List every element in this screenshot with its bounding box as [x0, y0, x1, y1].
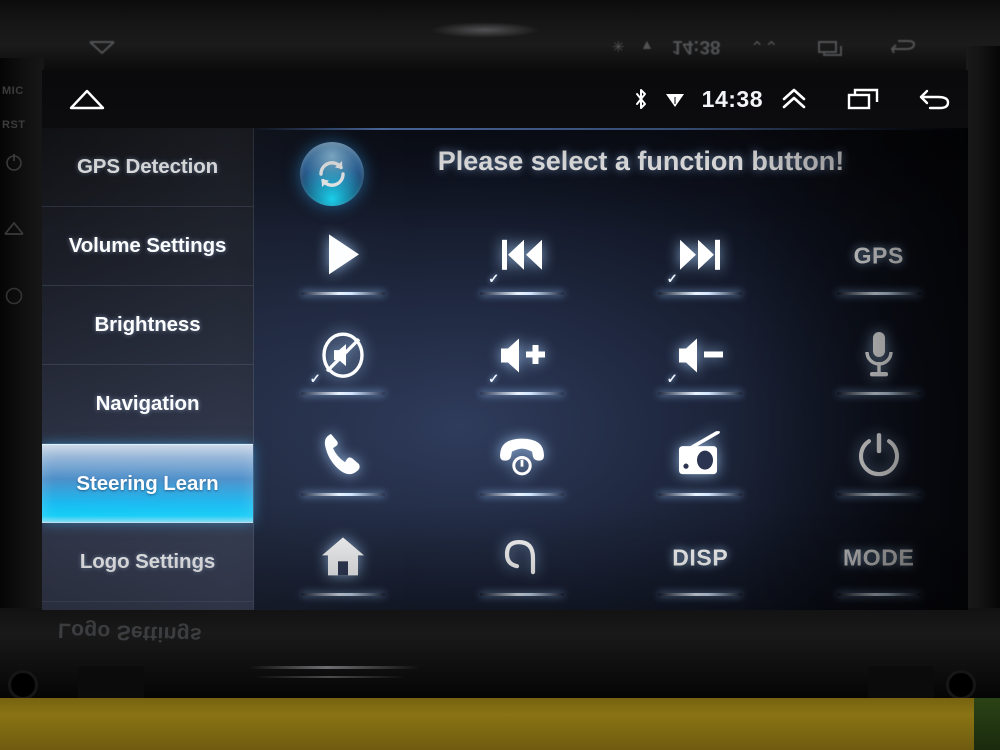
next-track-icon: [677, 235, 723, 275]
app-content: GPS Detection Volume Settings Brightness…: [42, 128, 968, 610]
button-underline: [479, 392, 564, 395]
power-icon: [856, 431, 902, 479]
function-button-return[interactable]: [433, 510, 612, 611]
button-underline: [479, 593, 564, 596]
learned-check-icon: ✓: [488, 371, 500, 386]
sidebar-item-navigation[interactable]: Navigation: [42, 365, 253, 444]
bezel-top: ✳ ▼ 14:38 ⌄⌄: [0, 0, 1000, 72]
disp-label: DISP: [672, 544, 729, 571]
bezel-bottom: Logo Settings: [0, 608, 1000, 698]
learned-check-icon: ✓: [488, 270, 500, 286]
button-underline: [658, 392, 743, 395]
sidebar-item-logo-settings[interactable]: Logo Settings: [42, 523, 253, 602]
function-button-mode[interactable]: MODE: [790, 510, 969, 611]
function-button-home[interactable]: [254, 510, 433, 611]
statusbar-right-group: 14:38: [634, 70, 952, 128]
wifi-icon: [665, 90, 685, 108]
function-button-disp[interactable]: DISP: [611, 510, 790, 611]
button-underline: [658, 593, 743, 596]
page-title: Please select a function button!: [437, 146, 845, 176]
volume-up-icon: [497, 333, 547, 377]
phone-hangup-icon: [496, 435, 548, 477]
function-button-grid: ✓ ✓ GPS ✓ ✓ ✓ DISP MODE: [254, 208, 968, 610]
panel-header: Please select a function button!: [254, 128, 968, 208]
android-status-bar: 14:38: [42, 70, 968, 128]
button-underline: [301, 492, 386, 496]
function-button-phone-answer[interactable]: [254, 409, 433, 510]
button-underline: [836, 593, 921, 596]
sidebar-label: GPS Detection: [76, 155, 219, 178]
button-underline: [479, 492, 564, 496]
chevron-double-up-icon[interactable]: [780, 87, 808, 111]
function-button-phone-hangup[interactable]: [433, 409, 612, 510]
volume-down-icon: [675, 333, 725, 377]
learned-check-icon: ✓: [666, 371, 678, 386]
function-button-mute[interactable]: ✓: [254, 309, 433, 410]
sidebar-item-volume-settings[interactable]: Volume Settings: [42, 207, 253, 286]
mount-hole-left: [8, 670, 38, 698]
bezel-right: [966, 46, 1000, 666]
bezel-home-icon[interactable]: [3, 220, 25, 241]
sidebar-item-steering-learn[interactable]: Steering Learn: [42, 444, 253, 523]
bezel-label-rst: RST: [2, 119, 26, 131]
sidebar-label: Steering Learn: [76, 471, 219, 495]
bezel-label-mic: MIC: [2, 85, 24, 97]
gps-label: GPS: [853, 242, 904, 269]
statusbar-clock: 14:38: [701, 85, 763, 112]
previous-track-icon: [499, 235, 545, 275]
bezel-seam: [250, 666, 420, 669]
button-underline: [301, 291, 386, 295]
function-button-next-track[interactable]: ✓: [611, 208, 790, 309]
microphone-icon: [862, 330, 896, 380]
function-button-play[interactable]: [254, 208, 433, 309]
bezel-statusbar-reflection: ✳ ▼ 14:38 ⌄⌄: [0, 26, 1000, 66]
recent-apps-icon[interactable]: [847, 87, 881, 111]
button-underline: [836, 392, 921, 395]
function-button-volume-up[interactable]: ✓: [433, 309, 612, 410]
button-underline: [301, 392, 386, 395]
sidebar-item-brightness[interactable]: Brightness: [42, 286, 253, 365]
phone-answer-icon: [320, 431, 366, 479]
bezel-logo-reflection: Logo Settings: [57, 618, 203, 647]
sidebar-item-gps-detection[interactable]: GPS Detection: [42, 128, 253, 207]
play-icon: [323, 232, 363, 278]
mount-tab-right: [868, 666, 934, 698]
back-arrow-icon[interactable]: [918, 87, 952, 111]
function-button-previous-track[interactable]: ✓: [433, 208, 612, 309]
button-underline: [658, 291, 743, 295]
mode-label: MODE: [843, 544, 915, 571]
button-underline: [836, 291, 921, 295]
function-button-radio[interactable]: [611, 409, 790, 510]
statusbar-home-icon[interactable]: [68, 86, 106, 117]
bezel-seam-2: [255, 676, 405, 678]
button-underline: [301, 593, 386, 596]
button-underline: [479, 291, 564, 295]
reflected-time: 14:38: [672, 36, 721, 57]
button-underline: [658, 492, 743, 496]
sidebar-label: Volume Settings: [68, 234, 227, 257]
learned-check-icon: ✓: [666, 270, 678, 286]
function-button-gps[interactable]: GPS: [790, 208, 969, 309]
function-button-microphone[interactable]: [790, 309, 969, 410]
home-icon: [319, 533, 367, 579]
head-unit-device: ✳ ▼ 14:38 ⌄⌄ MIC RST Logo Settings 14:38…: [0, 0, 1000, 750]
mute-icon: [319, 331, 367, 379]
bezel-power-icon[interactable]: [4, 152, 24, 177]
lcd-screen: 14:38 GPS Detection Volume Settings Brig…: [42, 70, 968, 610]
bezel-circle-icon[interactable]: [4, 286, 24, 311]
bezel-left: MIC RST: [0, 58, 44, 678]
mount-tab-left: [78, 666, 144, 698]
learned-check-icon: ✓: [309, 371, 321, 386]
sidebar-label: Navigation: [95, 392, 200, 415]
function-button-volume-down[interactable]: ✓: [611, 309, 790, 410]
sidebar-label: Logo Settings: [79, 550, 216, 573]
mount-hole-right: [946, 670, 976, 698]
button-underline: [836, 492, 921, 496]
bluetooth-icon: [634, 88, 648, 110]
function-button-power[interactable]: [790, 409, 969, 510]
sidebar-label: Brightness: [94, 313, 201, 336]
return-back-icon: [499, 532, 545, 580]
settings-sidebar: GPS Detection Volume Settings Brightness…: [42, 128, 254, 610]
radio-icon: [674, 431, 726, 479]
